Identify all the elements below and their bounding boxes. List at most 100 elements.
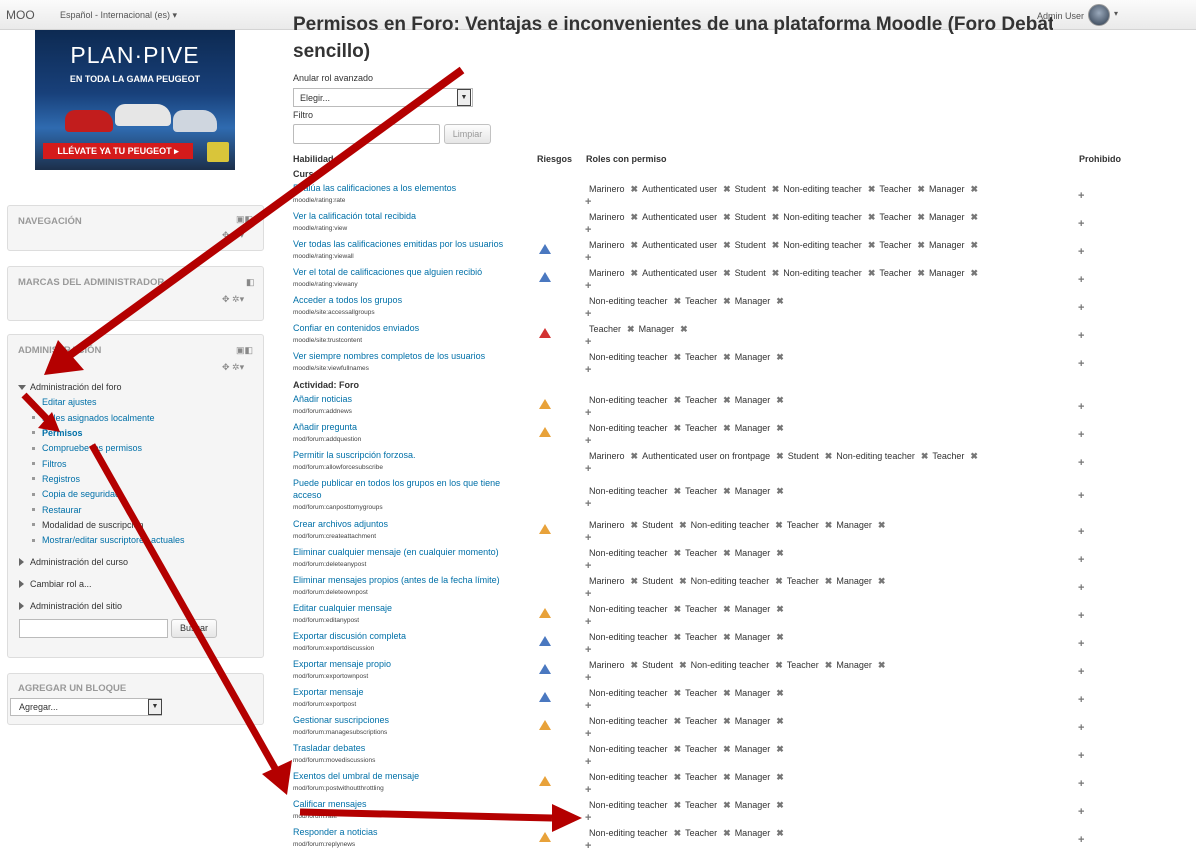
capability-link[interactable]: Eliminar cualquier mensaje (en cualquier… — [293, 547, 499, 557]
tree-subscription-mode[interactable]: Modalidad de suscripción — [42, 520, 144, 530]
add-role-icon[interactable]: + — [585, 498, 591, 510]
remove-role-icon[interactable]: ✖ — [674, 688, 682, 698]
add-role-icon[interactable]: + — [585, 252, 591, 264]
link-backup[interactable]: Copia de seguridad — [42, 489, 120, 499]
tree-forum-admin[interactable]: Administración del foro — [30, 382, 122, 392]
capability-link[interactable]: Exportar discusión completa — [293, 631, 406, 641]
remove-role-icon[interactable]: ✖ — [776, 632, 784, 642]
remove-role-icon[interactable]: ✖ — [674, 744, 682, 754]
add-role-icon[interactable]: + — [585, 728, 591, 740]
remove-role-icon[interactable]: ✖ — [868, 240, 876, 250]
remove-role-icon[interactable]: ✖ — [631, 451, 639, 461]
admin-search-input[interactable] — [19, 619, 168, 638]
add-role-icon[interactable]: + — [585, 364, 591, 376]
capability-link[interactable]: Exentos del umbral de mensaje — [293, 771, 419, 781]
remove-role-icon[interactable]: ✖ — [631, 660, 639, 670]
remove-role-icon[interactable]: ✖ — [723, 268, 731, 278]
remove-role-icon[interactable]: ✖ — [723, 744, 731, 754]
remove-role-icon[interactable]: ✖ — [723, 800, 731, 810]
capability-link[interactable]: Confiar en contenidos enviados — [293, 323, 419, 333]
add-role-icon[interactable]: + — [585, 644, 591, 656]
remove-role-icon[interactable]: ✖ — [674, 800, 682, 810]
remove-role-icon[interactable]: ✖ — [679, 660, 687, 670]
remove-role-icon[interactable]: ✖ — [970, 451, 978, 461]
tree-switch-role[interactable]: Cambiar rol a... — [30, 579, 92, 589]
capability-link[interactable]: Exportar mensaje — [293, 687, 364, 697]
remove-role-icon[interactable]: ✖ — [776, 548, 784, 558]
add-prohibit-icon[interactable]: + — [1078, 834, 1084, 846]
remove-role-icon[interactable]: ✖ — [723, 604, 731, 614]
remove-role-icon[interactable]: ✖ — [674, 423, 682, 433]
remove-role-icon[interactable]: ✖ — [825, 576, 833, 586]
advanced-override-select[interactable]: Elegir... ▼ — [293, 88, 473, 107]
link-filters[interactable]: Filtros — [42, 459, 67, 469]
capability-link[interactable]: Ver el total de calificaciones que algui… — [293, 267, 482, 277]
add-prohibit-icon[interactable]: + — [1078, 806, 1084, 818]
remove-role-icon[interactable]: ✖ — [627, 324, 635, 334]
add-prohibit-icon[interactable]: + — [1078, 722, 1084, 734]
remove-role-icon[interactable]: ✖ — [772, 184, 780, 194]
remove-role-icon[interactable]: ✖ — [723, 240, 731, 250]
remove-role-icon[interactable]: ✖ — [723, 688, 731, 698]
remove-role-icon[interactable]: ✖ — [776, 486, 784, 496]
remove-role-icon[interactable]: ✖ — [674, 604, 682, 614]
remove-role-icon[interactable]: ✖ — [772, 212, 780, 222]
dock-icon[interactable]: ▣◧ — [236, 214, 253, 225]
remove-role-icon[interactable]: ✖ — [674, 828, 682, 838]
remove-role-icon[interactable]: ✖ — [970, 268, 978, 278]
tree-site-admin[interactable]: Administración del sitio — [30, 601, 122, 611]
add-role-icon[interactable]: + — [585, 672, 591, 684]
remove-role-icon[interactable]: ✖ — [776, 800, 784, 810]
capability-link[interactable]: Responder a noticias — [293, 827, 378, 837]
capability-link[interactable]: Puede publicar en todos los grupos en lo… — [293, 478, 500, 488]
link-permissions[interactable]: Permisos — [42, 428, 83, 438]
remove-role-icon[interactable]: ✖ — [723, 632, 731, 642]
search-button[interactable]: Buscar — [171, 619, 217, 638]
add-role-icon[interactable]: + — [585, 196, 591, 208]
remove-role-icon[interactable]: ✖ — [921, 451, 929, 461]
remove-role-icon[interactable]: ✖ — [776, 352, 784, 362]
remove-role-icon[interactable]: ✖ — [917, 268, 925, 278]
remove-role-icon[interactable]: ✖ — [772, 268, 780, 278]
add-role-icon[interactable]: + — [585, 435, 591, 447]
remove-role-icon[interactable]: ✖ — [674, 716, 682, 726]
remove-role-icon[interactable]: ✖ — [674, 395, 682, 405]
filter-input[interactable] — [293, 124, 440, 144]
remove-role-icon[interactable]: ✖ — [917, 212, 925, 222]
add-role-icon[interactable]: + — [585, 588, 591, 600]
remove-role-icon[interactable]: ✖ — [917, 240, 925, 250]
add-prohibit-icon[interactable]: + — [1078, 610, 1084, 622]
chevron-down-icon[interactable]: ▾ — [1114, 9, 1118, 18]
remove-role-icon[interactable]: ✖ — [674, 352, 682, 362]
remove-role-icon[interactable]: ✖ — [631, 576, 639, 586]
capability-link[interactable]: acceso — [293, 490, 322, 500]
add-role-icon[interactable]: + — [585, 308, 591, 320]
remove-role-icon[interactable]: ✖ — [776, 423, 784, 433]
remove-role-icon[interactable]: ✖ — [775, 660, 783, 670]
remove-role-icon[interactable]: ✖ — [776, 395, 784, 405]
add-role-icon[interactable]: + — [585, 224, 591, 236]
add-prohibit-icon[interactable]: + — [1078, 429, 1084, 441]
add-role-icon[interactable]: + — [585, 616, 591, 628]
capability-link[interactable]: Añadir noticias — [293, 394, 352, 404]
link-restore[interactable]: Restaurar — [42, 505, 82, 515]
dock-icon[interactable]: ▣◧ — [236, 345, 253, 356]
add-role-icon[interactable]: + — [585, 336, 591, 348]
remove-role-icon[interactable]: ✖ — [723, 828, 731, 838]
add-prohibit-icon[interactable]: + — [1078, 330, 1084, 342]
remove-role-icon[interactable]: ✖ — [723, 772, 731, 782]
remove-role-icon[interactable]: ✖ — [825, 451, 833, 461]
remove-role-icon[interactable]: ✖ — [723, 395, 731, 405]
add-role-icon[interactable]: + — [585, 463, 591, 475]
capability-link[interactable]: Acceder a todos los grupos — [293, 295, 402, 305]
remove-role-icon[interactable]: ✖ — [723, 423, 731, 433]
remove-role-icon[interactable]: ✖ — [776, 296, 784, 306]
remove-role-icon[interactable]: ✖ — [680, 324, 688, 334]
remove-role-icon[interactable]: ✖ — [776, 744, 784, 754]
remove-role-icon[interactable]: ✖ — [631, 240, 639, 250]
expanded-icon[interactable] — [18, 385, 26, 390]
add-block-select[interactable]: Agregar... ▼ — [10, 698, 162, 716]
add-role-icon[interactable]: + — [585, 756, 591, 768]
add-prohibit-icon[interactable]: + — [1078, 190, 1084, 202]
remove-role-icon[interactable]: ✖ — [776, 604, 784, 614]
